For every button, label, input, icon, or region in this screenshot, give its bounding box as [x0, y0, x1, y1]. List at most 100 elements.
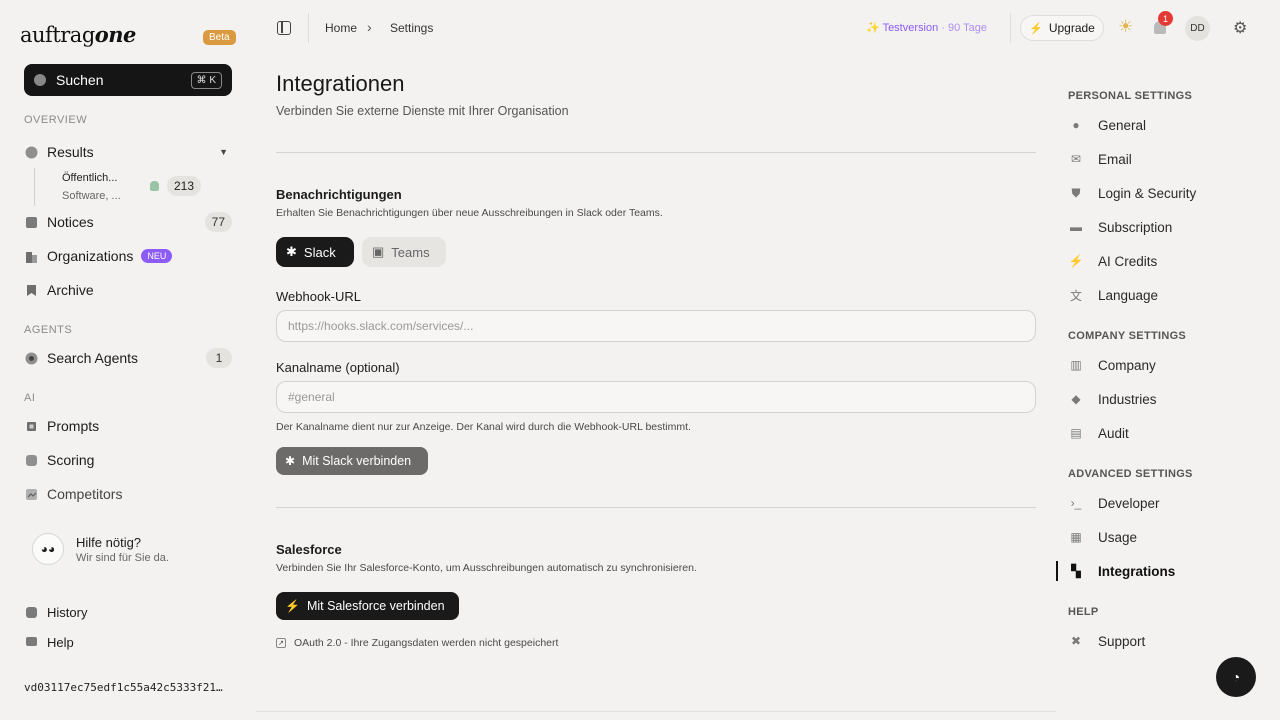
shield-icon: ⛊	[1071, 185, 1081, 200]
help-card-title: Hilfe nötig?	[76, 534, 142, 550]
connect-slack-button[interactable]: ✱ Mit Slack verbinden	[276, 447, 428, 475]
channel-name-input[interactable]: #general	[276, 381, 1036, 413]
chat-icon: ◔	[1231, 669, 1241, 685]
section-overview: OVERVIEW	[24, 114, 88, 126]
user-icon: ●	[1072, 118, 1080, 132]
webhook-url-input[interactable]: https://hooks.slack.com/services/...	[276, 310, 1036, 342]
page-title: Integrationen	[276, 71, 405, 96]
tab-slack[interactable]: ✱ Slack	[276, 237, 354, 267]
bell-icon	[150, 181, 159, 191]
search-button[interactable]: Suchen ⌘ K	[24, 64, 232, 96]
nav-organizations[interactable]: Organizations NEU	[24, 242, 232, 270]
trend-icon	[24, 487, 38, 501]
divider	[276, 507, 1036, 508]
breadcrumb-current: Settings	[390, 21, 434, 35]
nav-notices[interactable]: Notices 77	[24, 208, 232, 236]
oauth-note: ↗ OAuth 2.0 - Ihre Zugangsdaten werden n…	[276, 637, 558, 649]
sidebar-toggle-icon[interactable]	[277, 21, 291, 35]
channel-label: Kanalname (optional)	[276, 360, 400, 375]
section-help: HELP	[1068, 606, 1099, 618]
settings-usage[interactable]: ▦ Usage	[1068, 525, 1248, 549]
section-agents: AGENTS	[24, 324, 73, 336]
nav-help[interactable]: Help	[24, 628, 232, 656]
sun-icon[interactable]: ☀	[1118, 17, 1133, 37]
settings-ai-credits-label: AI Credits	[1098, 253, 1158, 269]
settings-audit[interactable]: ▤ Audit	[1068, 421, 1248, 445]
notices-count: 77	[204, 212, 232, 232]
settings-ai-credits[interactable]: ⚡ AI Credits	[1068, 249, 1248, 273]
notifications-title: Benachrichtigungen	[276, 187, 402, 202]
support-icon: ✖	[1070, 634, 1082, 648]
main-content: Integrationen Verbinden Sie externe Dien…	[256, 56, 1056, 712]
version-hash: vd03117ec75edf1c55a42c5333f21…	[24, 681, 223, 694]
settings-company[interactable]: ▥ Company	[1068, 353, 1248, 377]
building-icon: ▥	[1070, 358, 1082, 372]
chat-button[interactable]: ◔	[1216, 657, 1256, 697]
sub-agent-guide	[34, 168, 35, 206]
settings-general[interactable]: ● General	[1068, 113, 1248, 137]
trial-indicator[interactable]: ✨ Testversion · 90 Tage	[866, 21, 987, 34]
settings-language[interactable]: 文 Language	[1068, 283, 1248, 307]
history-icon	[24, 605, 38, 619]
sparkle-icon: ✨	[866, 22, 880, 34]
nav-history[interactable]: History	[24, 598, 232, 626]
settings-developer[interactable]: ›_ Developer	[1068, 491, 1248, 515]
nav-prompts-label: Prompts	[47, 418, 100, 434]
settings-support[interactable]: ✖ Support	[1068, 629, 1248, 653]
chip-icon	[24, 419, 38, 433]
settings-integrations[interactable]: ▚ Integrations	[1068, 559, 1248, 583]
help-card[interactable]: ◕◕ Hilfe nötig? Wir sind für Sie da.	[24, 526, 232, 572]
search-label: Suchen	[56, 72, 104, 88]
settings-email-label: Email	[1098, 151, 1132, 167]
settings-subscription[interactable]: ▬ Subscription	[1068, 215, 1248, 239]
section-personal-settings: PERSONAL SETTINGS	[1068, 90, 1193, 102]
nav-competitors-label: Competitors	[47, 486, 123, 502]
settings-email[interactable]: ✉ Email	[1068, 147, 1248, 171]
nav-results[interactable]: Results ▼	[24, 138, 232, 166]
section-advanced-settings: ADVANCED SETTINGS	[1068, 468, 1193, 480]
connect-salesforce-button[interactable]: ⚡ Mit Salesforce verbinden	[276, 592, 459, 620]
chevron-down-icon[interactable]: ▼	[219, 147, 228, 157]
nav-prompts[interactable]: Prompts	[24, 412, 232, 440]
breadcrumb-home[interactable]: Home	[325, 21, 357, 35]
bolt-icon: ⚡	[285, 599, 300, 613]
gear-icon[interactable]: ⚙	[1233, 18, 1247, 38]
settings-integrations-label: Integrations	[1098, 563, 1176, 579]
sub-agent-item[interactable]: Öffentlich... Software, ...	[62, 169, 121, 205]
connect-slack-label: Mit Slack verbinden	[302, 454, 412, 468]
headphones-icon: ◕◕	[32, 533, 64, 565]
connect-salesforce-label: Mit Salesforce verbinden	[306, 599, 445, 613]
settings-login-security[interactable]: ⛊ Login & Security	[1068, 181, 1248, 205]
language-icon: 文	[1069, 288, 1082, 303]
tab-slack-label: Slack	[303, 244, 336, 260]
nav-competitors[interactable]: Competitors	[24, 480, 232, 508]
upgrade-button[interactable]: ⚡ Upgrade	[1020, 15, 1104, 41]
nav-help-label: Help	[47, 634, 74, 650]
usage-icon: ▦	[1070, 530, 1082, 544]
help-card-subtitle: Wir sind für Sie da.	[76, 551, 169, 564]
nav-archive[interactable]: Archive	[24, 276, 232, 304]
salesforce-desc: Verbinden Sie Ihr Salesforce-Konto, um A…	[276, 562, 697, 574]
divider	[308, 13, 309, 43]
settings-subscription-label: Subscription	[1098, 219, 1173, 235]
external-link-icon: ↗	[276, 638, 286, 648]
tab-teams[interactable]: ▣ Teams	[362, 237, 446, 267]
teams-icon: ▣	[372, 244, 385, 259]
top-bar: Home › Settings ✨ Testversion · 90 Tage …	[256, 0, 1280, 56]
avatar[interactable]: DD	[1185, 16, 1210, 41]
notification-count: 1	[1158, 11, 1173, 26]
settings-developer-label: Developer	[1098, 495, 1160, 511]
search-agents-count: 1	[206, 348, 232, 368]
nav-scoring-label: Scoring	[47, 452, 95, 468]
building-icon	[24, 249, 38, 263]
nav-search-agents[interactable]: Search Agents 1	[24, 344, 232, 372]
search-icon	[34, 74, 46, 86]
card-icon: ▬	[1070, 220, 1082, 234]
settings-industries[interactable]: ◆ Industries	[1068, 387, 1248, 411]
settings-audit-label: Audit	[1098, 425, 1129, 441]
breadcrumb-separator: ›	[367, 19, 372, 35]
app-logo[interactable]: auftragone	[20, 22, 136, 47]
agent-icon	[24, 351, 38, 365]
nav-scoring[interactable]: Scoring	[24, 446, 232, 474]
oauth-note-text: OAuth 2.0 - Ihre Zugangsdaten werden nic…	[294, 637, 559, 649]
